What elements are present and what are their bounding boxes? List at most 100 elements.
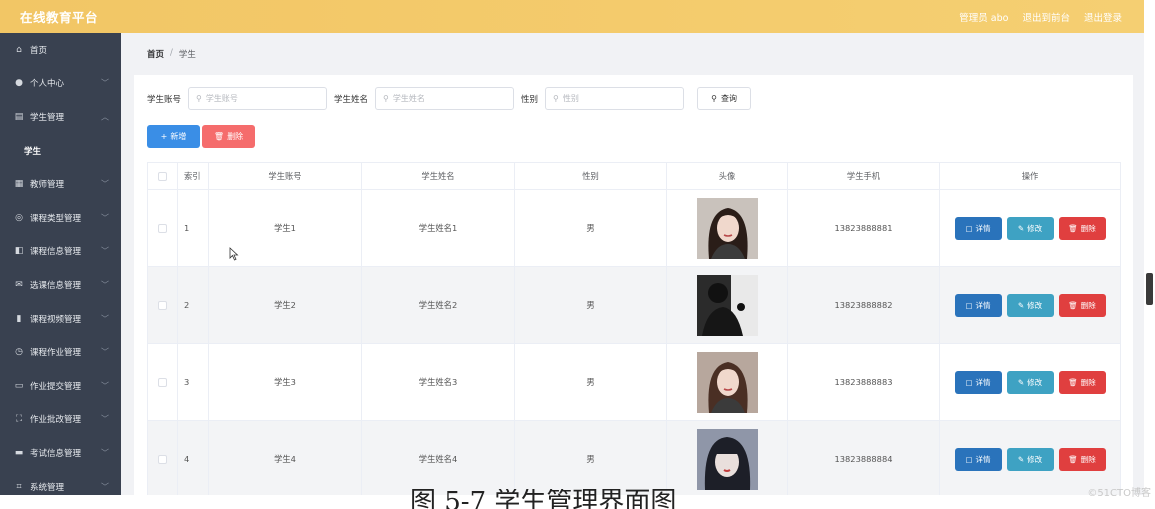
student-account-cell: 学生4	[208, 420, 362, 498]
sidebar-item-label: 个人中心	[30, 79, 65, 90]
sidebar-item-label: 首页	[30, 45, 48, 56]
sidebar-item-12[interactable]: ▬ 考试信息管理 ﹀	[0, 436, 121, 470]
detail-button[interactable]: ▢ 详情	[954, 447, 1002, 471]
gender-search-input[interactable]: ⚲ 性别	[545, 87, 685, 110]
row-index: 2	[177, 266, 209, 344]
account-label: 学生账号	[147, 94, 182, 105]
row-checkbox[interactable]	[158, 378, 167, 387]
column-header: 索引	[177, 162, 209, 190]
row-index: 1	[177, 189, 209, 267]
query-button-label: 查询	[720, 94, 737, 103]
row-index: 3	[177, 343, 209, 421]
sidebar-item-0[interactable]: ⌂ 首页	[0, 33, 121, 67]
sidebar-item-label: 学生	[24, 146, 42, 157]
copy-icon: ◧	[14, 246, 24, 257]
sidebar-item-9[interactable]: ◷ 课程作业管理 ﹀	[0, 335, 121, 369]
plus-icon: +	[160, 132, 168, 141]
delete-button[interactable]: 🗑 删除	[1058, 216, 1106, 240]
chevron-down-icon: ﹀	[101, 179, 109, 189]
breadcrumb-home[interactable]: 首页	[147, 48, 164, 60]
brand-title: 在线教育平台	[20, 10, 99, 25]
search-icon: ⚲	[196, 94, 202, 103]
detail-button[interactable]: ▢ 详情	[954, 216, 1002, 240]
actions-cell: ▢ 详情 ✎ 修改 🗑 删除	[939, 266, 1121, 344]
chevron-down-icon: ﹀	[101, 280, 109, 290]
sidebar-item-10[interactable]: ▭ 作业提交管理 ﹀	[0, 369, 121, 403]
avatar-cell	[666, 189, 788, 267]
pencil-icon: ✎	[1017, 454, 1025, 464]
sidebar-item-label: 系统管理	[30, 482, 65, 493]
table-row[interactable]: 1 学生1 学生姓名1 男 13823888881 ▢ 详情 ✎ 修改 🗑 删除	[147, 189, 1121, 267]
detail-label: 详情	[975, 223, 991, 233]
sidebar-item-3[interactable]: 学生	[0, 134, 121, 168]
edit-button[interactable]: ✎ 修改	[1006, 447, 1054, 471]
detail-label: 详情	[975, 377, 991, 387]
sidebar-item-6[interactable]: ◧ 课程信息管理 ﹀	[0, 235, 121, 269]
student-name-cell: 学生姓名3	[361, 343, 515, 421]
sidebar-item-label: 课程类型管理	[30, 213, 82, 224]
sidebar-item-13[interactable]: ⌗ 系统管理 ﹀	[0, 470, 121, 495]
detail-button[interactable]: ▢ 详情	[954, 293, 1002, 317]
row-checkbox[interactable]	[158, 224, 167, 233]
sidebar-item-11[interactable]: ⛶ 作业批改管理 ﹀	[0, 403, 121, 437]
avatar	[696, 274, 758, 336]
scrollbar-track[interactable]	[1144, 0, 1155, 495]
search-icon: ⚲	[383, 94, 389, 103]
row-checkbox[interactable]	[158, 455, 167, 464]
batch-delete-button[interactable]: 🗑 删除	[202, 125, 255, 148]
sidebar-item-label: 课程视频管理	[30, 314, 82, 325]
bank-icon: ▤	[14, 111, 24, 122]
edit-button[interactable]: ✎ 修改	[1006, 216, 1054, 240]
table-row[interactable]: 2 学生2 学生姓名2 男 13823888882 ▢ 详情 ✎ 修改 🗑 删除	[147, 266, 1121, 344]
actions-cell: ▢ 详情 ✎ 修改 🗑 删除	[939, 343, 1121, 421]
actions-cell: ▢ 详情 ✎ 修改 🗑 删除	[939, 189, 1121, 267]
sidebar: ⌂ 首页 ● 个人中心 ﹀ ▤ 学生管理 ︿ 学生 ▦ 教师管理 ﹀ ◎ 课程类型管理 ﹀ ◧ 课程信息管理 ﹀ ✉…	[0, 33, 121, 495]
logout-link[interactable]: 退出登录	[1084, 10, 1122, 24]
table-row[interactable]: 3 学生3 学生姓名3 男 13823888883 ▢ 详情 ✎ 修改 🗑 删除	[147, 343, 1121, 421]
add-button[interactable]: + 新增	[147, 125, 200, 148]
chevron-up-icon: ︿	[101, 112, 109, 122]
chevron-down-icon: ﹀	[101, 78, 109, 88]
delete-button[interactable]: 🗑 删除	[1058, 293, 1106, 317]
sidebar-item-8[interactable]: ▮ 课程视频管理 ﹀	[0, 302, 121, 336]
phone-cell: 13823888881	[787, 189, 940, 267]
edit-button[interactable]: ✎ 修改	[1006, 370, 1054, 394]
sidebar-item-4[interactable]: ▦ 教师管理 ﹀	[0, 167, 121, 201]
trash-icon: 🗑	[1068, 454, 1078, 464]
select-all-checkbox[interactable]	[158, 172, 167, 181]
select-all-header[interactable]	[147, 162, 178, 190]
breadcrumb: 首页 / 学生	[147, 48, 196, 60]
row-checkbox[interactable]	[158, 301, 167, 310]
row-actions: ▢ 详情 ✎ 修改 🗑 删除	[940, 216, 1120, 240]
gender-label: 性别	[521, 94, 539, 105]
delete-button[interactable]: 🗑 删除	[1058, 370, 1106, 394]
sidebar-item-label: 课程作业管理	[30, 348, 82, 359]
trash-icon: 🗑	[1068, 300, 1078, 310]
detail-button[interactable]: ▢ 详情	[954, 370, 1002, 394]
sidebar-item-2[interactable]: ▤ 学生管理 ︿	[0, 100, 121, 134]
query-button[interactable]: ⚲ 查询	[697, 87, 752, 110]
sidebar-item-7[interactable]: ✉ 选课信息管理 ﹀	[0, 268, 121, 302]
edit-label: 修改	[1027, 377, 1043, 387]
scrollbar-thumb[interactable]	[1146, 273, 1153, 305]
name-search-input[interactable]: ⚲ 学生姓名	[375, 87, 515, 110]
edit-button[interactable]: ✎ 修改	[1006, 293, 1054, 317]
trash-icon: 🗑	[213, 132, 225, 141]
chevron-down-icon: ﹀	[101, 213, 109, 223]
sidebar-item-5[interactable]: ◎ 课程类型管理 ﹀	[0, 201, 121, 235]
student-account-cell: 学生3	[208, 343, 362, 421]
table-row[interactable]: 4 学生4 学生姓名4 男 13823888884 ▢ 详情 ✎ 修改 🗑 删除	[147, 420, 1121, 498]
content-panel: 学生账号 ⚲ 学生账号 学生姓名 ⚲ 学生姓名 性别 ⚲ 性别 ⚲ 查询 + 新…	[134, 75, 1133, 498]
document-icon: ▢	[965, 454, 973, 464]
clock-icon: ◷	[15, 347, 23, 358]
exit-to-front-link[interactable]: 退出到前台	[1022, 10, 1070, 24]
sidebar-item-label: 考试信息管理	[30, 448, 82, 459]
row-index: 4	[177, 420, 209, 498]
chevron-down-icon: ﹀	[101, 448, 109, 458]
chevron-down-icon: ﹀	[101, 347, 109, 357]
figure-caption: 图 5-7 学生管理界面图	[410, 489, 677, 509]
sidebar-item-1[interactable]: ● 个人中心 ﹀	[0, 67, 121, 101]
account-search-input[interactable]: ⚲ 学生账号	[188, 87, 328, 110]
delete-button[interactable]: 🗑 删除	[1058, 447, 1106, 471]
sidebar-item-label: 作业批改管理	[30, 415, 82, 426]
